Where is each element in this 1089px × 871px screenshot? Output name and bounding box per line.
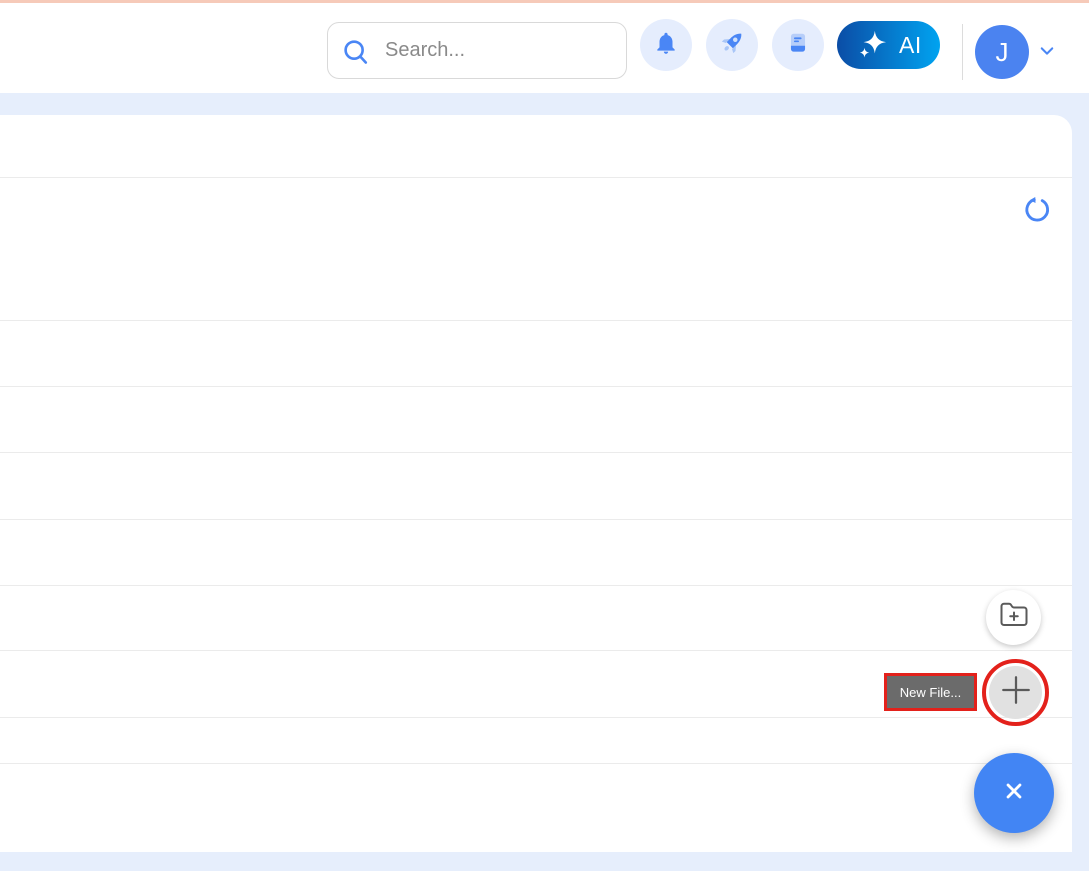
folder-plus-icon — [999, 600, 1029, 635]
new-file-tooltip: New File... — [884, 673, 977, 711]
bell-icon — [653, 30, 679, 61]
header-divider — [962, 24, 963, 80]
app-window: AI J New File... — [0, 0, 1089, 871]
new-folder-button[interactable] — [986, 590, 1041, 645]
file-row-divider — [0, 519, 1072, 520]
launcher-button[interactable] — [706, 19, 758, 71]
header-bar: AI J — [0, 3, 1089, 93]
file-row-divider — [0, 717, 1072, 718]
file-row-divider — [0, 763, 1072, 764]
file-row-divider — [0, 650, 1072, 651]
file-row-divider — [0, 386, 1072, 387]
fab-close-button[interactable] — [974, 753, 1054, 833]
chevron-down-icon[interactable] — [1038, 44, 1056, 58]
rocket-icon — [717, 28, 747, 63]
new-file-button[interactable] — [989, 666, 1042, 719]
file-row-divider — [0, 320, 1072, 321]
sparkles-icon — [857, 28, 887, 63]
search-icon — [341, 37, 371, 67]
ai-assistant-button[interactable]: AI — [837, 21, 940, 69]
file-row-divider — [0, 177, 1072, 178]
refresh-button[interactable] — [1022, 194, 1052, 224]
file-list-panel — [0, 115, 1072, 852]
search-input[interactable] — [328, 23, 626, 78]
guide-button[interactable] — [772, 19, 824, 71]
notebook-icon — [785, 30, 811, 61]
ai-button-label: AI — [899, 31, 922, 58]
notifications-button[interactable] — [640, 19, 692, 71]
plus-icon — [998, 672, 1034, 713]
file-row-divider — [0, 452, 1072, 453]
avatar[interactable]: J — [975, 25, 1029, 79]
close-icon — [1001, 778, 1027, 809]
search-box[interactable] — [327, 22, 627, 79]
refresh-icon — [1025, 197, 1049, 222]
file-row-divider — [0, 585, 1072, 586]
